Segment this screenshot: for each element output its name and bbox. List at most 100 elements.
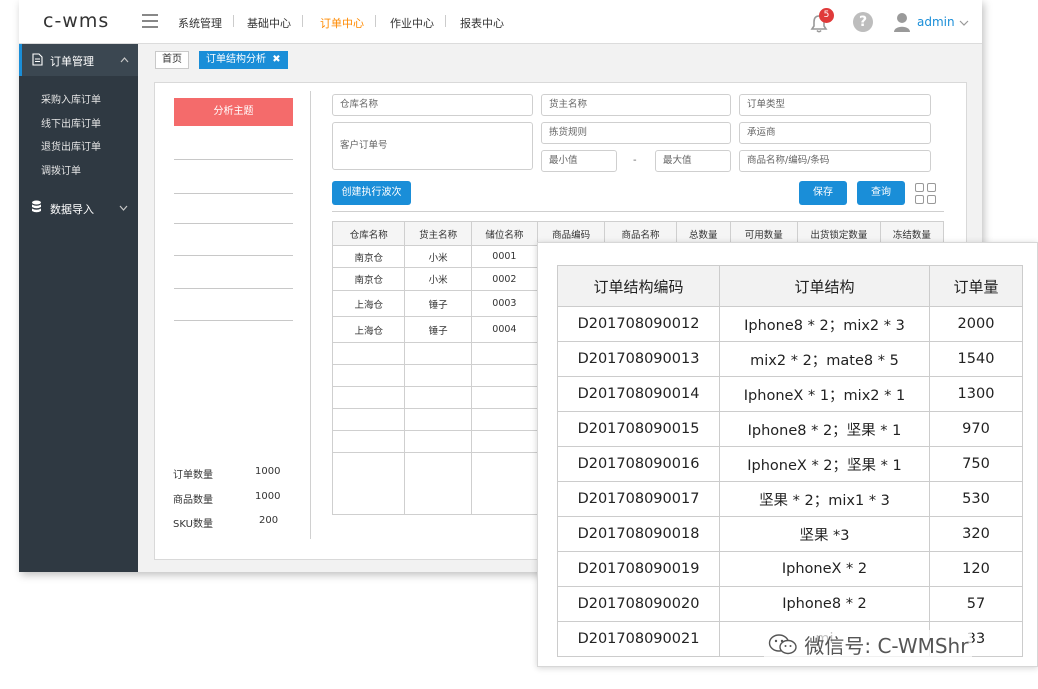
order-count-cell: 970 — [929, 411, 1023, 447]
divider — [174, 255, 293, 256]
column-header-structure-code: 订单结构编码 — [557, 265, 720, 307]
order-count-cell: 1540 — [929, 341, 1023, 377]
wechat-icon — [768, 634, 797, 655]
column-header-structure: 订单结构 — [719, 265, 930, 307]
divider — [174, 193, 293, 194]
structure-cell: Iphone8 * 2；坚果 * 1 — [719, 411, 930, 447]
sidebar-item-data-import[interactable]: 数据导入 — [19, 192, 138, 220]
table-row[interactable]: D201708090015 Iphone8 * 2；坚果 * 1 970 — [557, 411, 1023, 447]
order-count-cell: 750 — [929, 446, 1023, 482]
table-row[interactable]: D201708090020 Iphone8 * 2 57 — [557, 586, 1023, 622]
warehouse-name-field[interactable]: 仓库名称 — [332, 94, 533, 116]
menu-icon[interactable] — [142, 14, 158, 28]
nav-order-center[interactable]: 订单中心 — [320, 15, 364, 31]
column-header-order-count: 订单量 — [929, 265, 1023, 307]
query-button[interactable]: 查询 — [857, 181, 905, 205]
carrier-field[interactable]: 承运商 — [739, 122, 931, 144]
order-type-field[interactable]: 订单类型 — [739, 94, 931, 116]
structure-cell: Iphone8 * 2 — [719, 586, 930, 622]
nav-report-center[interactable]: 报表中心 — [460, 15, 504, 31]
grid-view-icon[interactable] — [915, 183, 937, 205]
stat-value: 200 — [259, 515, 279, 526]
watermark-text: 微信号: C-WMShr — [804, 634, 969, 658]
table-cell: 上海仓 — [331, 316, 406, 343]
nav-separator — [302, 15, 303, 27]
table-cell: 0003 — [470, 290, 539, 317]
column-header[interactable]: 仓库名称 — [331, 221, 406, 246]
sidebar: 订单管理 采购入库订单 线下出库订单 退货出库订单 调拨订单 数据导入 — [19, 44, 138, 572]
table-row[interactable]: D201708090016 IphoneX * 2；坚果 * 1 750 — [557, 446, 1023, 482]
divider — [174, 320, 293, 321]
table-cell: 0001 — [470, 245, 539, 268]
sidebar-subitem-transfer-order[interactable]: 调拨订单 — [41, 162, 81, 177]
stat-label: SKU数量 — [173, 519, 213, 530]
divider — [332, 211, 944, 212]
structure-code-cell: D201708090015 — [557, 411, 720, 447]
structure-code-cell: D201708090019 — [557, 551, 720, 587]
table-cell: 0002 — [470, 267, 539, 291]
nav-basic-center[interactable]: 基础中心 — [247, 15, 291, 31]
structure-code-cell: D201708090020 — [557, 586, 720, 622]
top-bar: c-wms 系统管理 基础中心 订单中心 作业中心 报表中心 5 ? admin — [19, 0, 982, 44]
structure-code-cell: D201708090014 — [557, 376, 720, 412]
sidebar-item-label: 数据导入 — [50, 203, 94, 216]
min-value-field[interactable]: 最小值 — [541, 150, 617, 172]
chevron-down-icon — [119, 205, 128, 211]
customer-order-number-field[interactable]: 客户订单号 — [332, 122, 533, 170]
table-header-row: 订单结构编码 订单结构 订单量 — [557, 265, 1023, 307]
sidebar-item-label: 订单管理 — [50, 55, 94, 68]
table-cell: 锤子 — [404, 316, 472, 343]
column-header[interactable]: 货主名称 — [404, 221, 472, 246]
table-row[interactable]: D201708090019 IphoneX * 2 120 — [557, 551, 1023, 587]
table-cell: 0004 — [470, 316, 539, 343]
user-icon[interactable] — [893, 12, 911, 32]
structure-cell: IphoneX * 2 — [719, 551, 930, 587]
nav-separator — [445, 15, 446, 27]
create-wave-button[interactable]: 创建执行波次 — [332, 181, 411, 205]
table-row[interactable]: D201708090017 坚果 * 2；mix1 * 3 530 — [557, 481, 1023, 517]
divider — [174, 223, 293, 224]
column-header[interactable]: 储位名称 — [470, 221, 539, 246]
wechat-watermark: 微信号: C-WMShr — [764, 630, 973, 659]
table-cell: 小米 — [404, 245, 472, 268]
save-button[interactable]: 保存 — [799, 181, 847, 205]
database-icon — [32, 200, 41, 213]
sidebar-item-order-management[interactable]: 订单管理 — [19, 44, 138, 76]
structure-cell: IphoneX * 1；mix2 * 1 — [719, 376, 930, 412]
stat-value: 1000 — [255, 491, 281, 502]
stat-label: 商品数量 — [173, 495, 213, 506]
structure-cell: 坚果 *3 — [719, 516, 930, 552]
sidebar-subitem-purchase-inbound[interactable]: 采购入库订单 — [41, 91, 101, 106]
picking-rule-field[interactable]: 拣货规则 — [541, 122, 731, 144]
sidebar-subitem-offline-outbound[interactable]: 线下出库订单 — [41, 115, 101, 130]
table-row[interactable]: D201708090012 Iphone8 * 2；mix2 * 3 2000 — [557, 306, 1023, 342]
structure-cell: Iphone8 * 2；mix2 * 3 — [719, 306, 930, 342]
user-name[interactable]: admin — [917, 15, 955, 29]
breadcrumb-home[interactable]: 首页 — [155, 51, 189, 69]
product-search-field[interactable]: 商品名称/编码/条码 — [739, 150, 931, 172]
close-icon[interactable]: ✖ — [272, 54, 280, 65]
table-row[interactable]: D201708090013 mix2 * 2；mate8 * 5 1540 — [557, 341, 1023, 377]
nav-separator — [233, 15, 234, 27]
app-logo: c-wms — [43, 10, 110, 32]
sidebar-subitem-return-outbound[interactable]: 退货出库订单 — [41, 138, 101, 153]
chevron-down-icon[interactable] — [959, 18, 969, 28]
table-row[interactable]: D201708090014 IphoneX * 1；mix2 * 1 1300 — [557, 376, 1023, 412]
structure-code-cell: D201708090018 — [557, 516, 720, 552]
nav-operation-center[interactable]: 作业中心 — [390, 15, 434, 31]
analysis-topic-button[interactable]: 分析主题 — [174, 98, 293, 126]
notification-badge: 5 — [819, 8, 834, 23]
structure-cell: mix2 * 2；mate8 * 5 — [719, 341, 930, 377]
table-row[interactable]: D201708090018 坚果 *3 320 — [557, 516, 1023, 552]
owner-name-field[interactable]: 货主名称 — [541, 94, 731, 116]
max-value-field[interactable]: 最大值 — [655, 150, 731, 172]
help-icon[interactable]: ? — [853, 12, 873, 32]
structure-code-cell: D201708090013 — [557, 341, 720, 377]
table-cell: 锤子 — [404, 290, 472, 317]
structure-code-cell: D201708090012 — [557, 306, 720, 342]
order-count-cell: 57 — [929, 586, 1023, 622]
tab-order-structure-analysis[interactable]: 订单结构分析 ✖ — [199, 51, 288, 69]
tab-label: 订单结构分析 — [206, 54, 266, 65]
nav-system-management[interactable]: 系统管理 — [178, 15, 222, 31]
order-count-cell: 1300 — [929, 376, 1023, 412]
